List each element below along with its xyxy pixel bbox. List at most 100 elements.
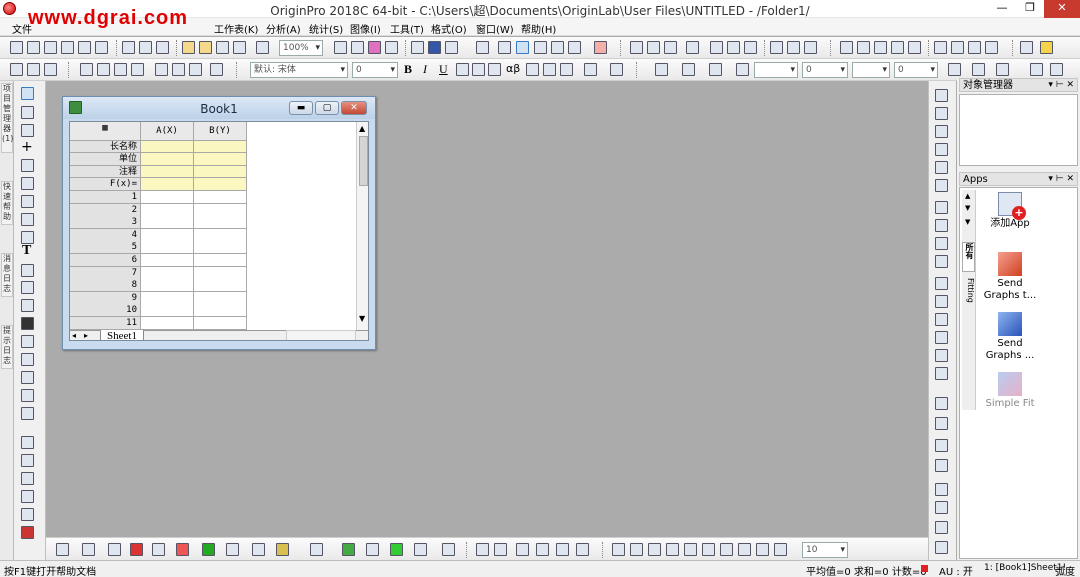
italic-button[interactable]: I xyxy=(423,62,427,77)
cell[interactable] xyxy=(141,166,194,178)
zoom-out-icon[interactable] xyxy=(516,41,529,54)
align-center-icon[interactable] xyxy=(494,543,507,556)
layer-5-icon[interactable] xyxy=(21,508,34,521)
apps-menu-icon[interactable]: ▼ xyxy=(965,218,970,226)
workbook-window[interactable]: Book1 ▬ ▢ ✕ ▦ A(X) B(Y) 长名称 单位 注释 F(x)= … xyxy=(62,96,376,350)
app-simple-fit[interactable]: Simple Fit xyxy=(980,372,1040,410)
rescale-x-icon[interactable] xyxy=(935,125,948,138)
column-header-a[interactable]: A(X) xyxy=(141,122,194,141)
set-x-icon[interactable] xyxy=(840,41,853,54)
sheet-tab-sheet1[interactable]: Sheet1 xyxy=(100,330,144,340)
cell[interactable] xyxy=(194,241,247,255)
cell[interactable] xyxy=(141,141,194,153)
axis-right-icon[interactable] xyxy=(935,313,948,326)
zoom-out-tool-icon[interactable] xyxy=(21,124,34,137)
cell[interactable] xyxy=(194,153,247,166)
row-header-comments[interactable]: 注释 xyxy=(70,166,141,178)
row-header[interactable]: 11 xyxy=(70,317,141,330)
cell[interactable] xyxy=(141,266,194,280)
minimize-button[interactable]: — xyxy=(988,0,1016,18)
cell[interactable] xyxy=(141,254,194,267)
layer-2-icon[interactable] xyxy=(21,454,34,467)
menu-tools[interactable]: 工具(T) xyxy=(390,21,424,36)
new-excel-icon[interactable] xyxy=(139,41,152,54)
column-plot-icon[interactable] xyxy=(130,543,143,556)
workbook-maximize-button[interactable]: ▢ xyxy=(315,101,339,115)
greek-button[interactable]: αβ xyxy=(506,62,520,75)
import-multiple-icon[interactable] xyxy=(97,63,110,76)
horizontal-scrollbar[interactable] xyxy=(286,330,356,340)
duplicate-icon[interactable] xyxy=(385,41,398,54)
import-icon[interactable] xyxy=(256,41,269,54)
cell[interactable] xyxy=(194,191,247,204)
group-icon[interactable] xyxy=(972,63,985,76)
zoom-combo[interactable]: 100% xyxy=(279,40,323,56)
area-plot-icon[interactable] xyxy=(152,543,165,556)
axis-bottom-icon[interactable] xyxy=(935,331,948,344)
reapply-filter-icon[interactable] xyxy=(804,41,817,54)
cell[interactable] xyxy=(194,166,247,178)
move-left-icon[interactable] xyxy=(612,543,625,556)
fill-color-icon[interactable] xyxy=(655,63,668,76)
app-send-graphs-word[interactable]: Send Graphs ... xyxy=(980,312,1040,362)
data-connector-icon[interactable] xyxy=(155,63,168,76)
rescale-y-icon[interactable] xyxy=(935,143,948,156)
cell[interactable] xyxy=(194,254,247,267)
clear-filter-icon[interactable] xyxy=(787,41,800,54)
cell[interactable] xyxy=(194,279,247,293)
zoom-in-tool-icon[interactable] xyxy=(21,106,34,119)
bar-plot-icon[interactable] xyxy=(176,543,189,556)
cell[interactable] xyxy=(194,216,247,230)
command-window-icon[interactable] xyxy=(428,41,441,54)
copy-icon[interactable] xyxy=(27,63,40,76)
subscript-icon[interactable] xyxy=(472,63,485,76)
line-plot-icon[interactable] xyxy=(56,543,69,556)
row-header[interactable]: 10 xyxy=(70,304,141,318)
shield-icon[interactable] xyxy=(1040,41,1053,54)
apps-scroll-up-icon[interactable]: ▲ xyxy=(965,192,970,200)
new-workbook-icon[interactable] xyxy=(27,41,40,54)
column-chart-icon[interactable] xyxy=(710,41,723,54)
mask-icon[interactable] xyxy=(568,41,581,54)
arrow-tool-icon[interactable] xyxy=(21,281,34,294)
first-icon[interactable] xyxy=(934,41,947,54)
hand-tool-icon[interactable] xyxy=(21,335,34,348)
insert-object-icon[interactable] xyxy=(21,407,34,420)
fill-icon[interactable] xyxy=(686,41,699,54)
new-matrix-icon[interactable] xyxy=(44,41,57,54)
row-header[interactable]: 1 xyxy=(70,191,141,204)
cell[interactable] xyxy=(194,228,247,242)
script-icon[interactable] xyxy=(1020,41,1033,54)
bring-front-icon[interactable] xyxy=(556,543,569,556)
set-z-icon[interactable] xyxy=(874,41,887,54)
polar-plot-icon[interactable] xyxy=(414,543,427,556)
group-objects-icon[interactable] xyxy=(516,543,529,556)
save-icon[interactable] xyxy=(216,41,229,54)
rotate-icon[interactable] xyxy=(684,543,697,556)
row-header[interactable]: 9 xyxy=(70,291,141,305)
cell[interactable] xyxy=(194,304,247,318)
cell[interactable] xyxy=(194,317,247,330)
row-header[interactable]: 8 xyxy=(70,279,141,293)
axis-tool-icon[interactable] xyxy=(935,107,948,120)
status-angle-unit[interactable]: 弧度 xyxy=(1055,563,1075,577)
align-top-icon[interactable] xyxy=(935,439,948,452)
stack-chart-icon[interactable] xyxy=(744,41,757,54)
merge-icon[interactable] xyxy=(1030,63,1043,76)
sort-icon[interactable] xyxy=(664,41,677,54)
wand-icon[interactable] xyxy=(935,89,948,102)
line-color-icon[interactable] xyxy=(709,63,722,76)
align-left-icon[interactable] xyxy=(935,397,948,410)
layout-4-icon[interactable] xyxy=(935,255,948,268)
apps-scroll-down-icon[interactable]: ▼ xyxy=(965,204,970,212)
menu-analysis[interactable]: 分析(A) xyxy=(266,21,301,36)
flip-icon[interactable] xyxy=(702,543,715,556)
new-code-icon[interactable] xyxy=(156,41,169,54)
cut-icon[interactable] xyxy=(10,63,23,76)
stat-plot-icon[interactable] xyxy=(276,543,289,556)
template-icon[interactable] xyxy=(442,543,455,556)
line-tool-icon[interactable] xyxy=(21,299,34,312)
menu-worksheet[interactable]: 工作表(K) xyxy=(214,21,258,36)
scroll-down-icon[interactable]: ▼ xyxy=(359,314,365,323)
row-header[interactable]: 2 xyxy=(70,203,141,217)
